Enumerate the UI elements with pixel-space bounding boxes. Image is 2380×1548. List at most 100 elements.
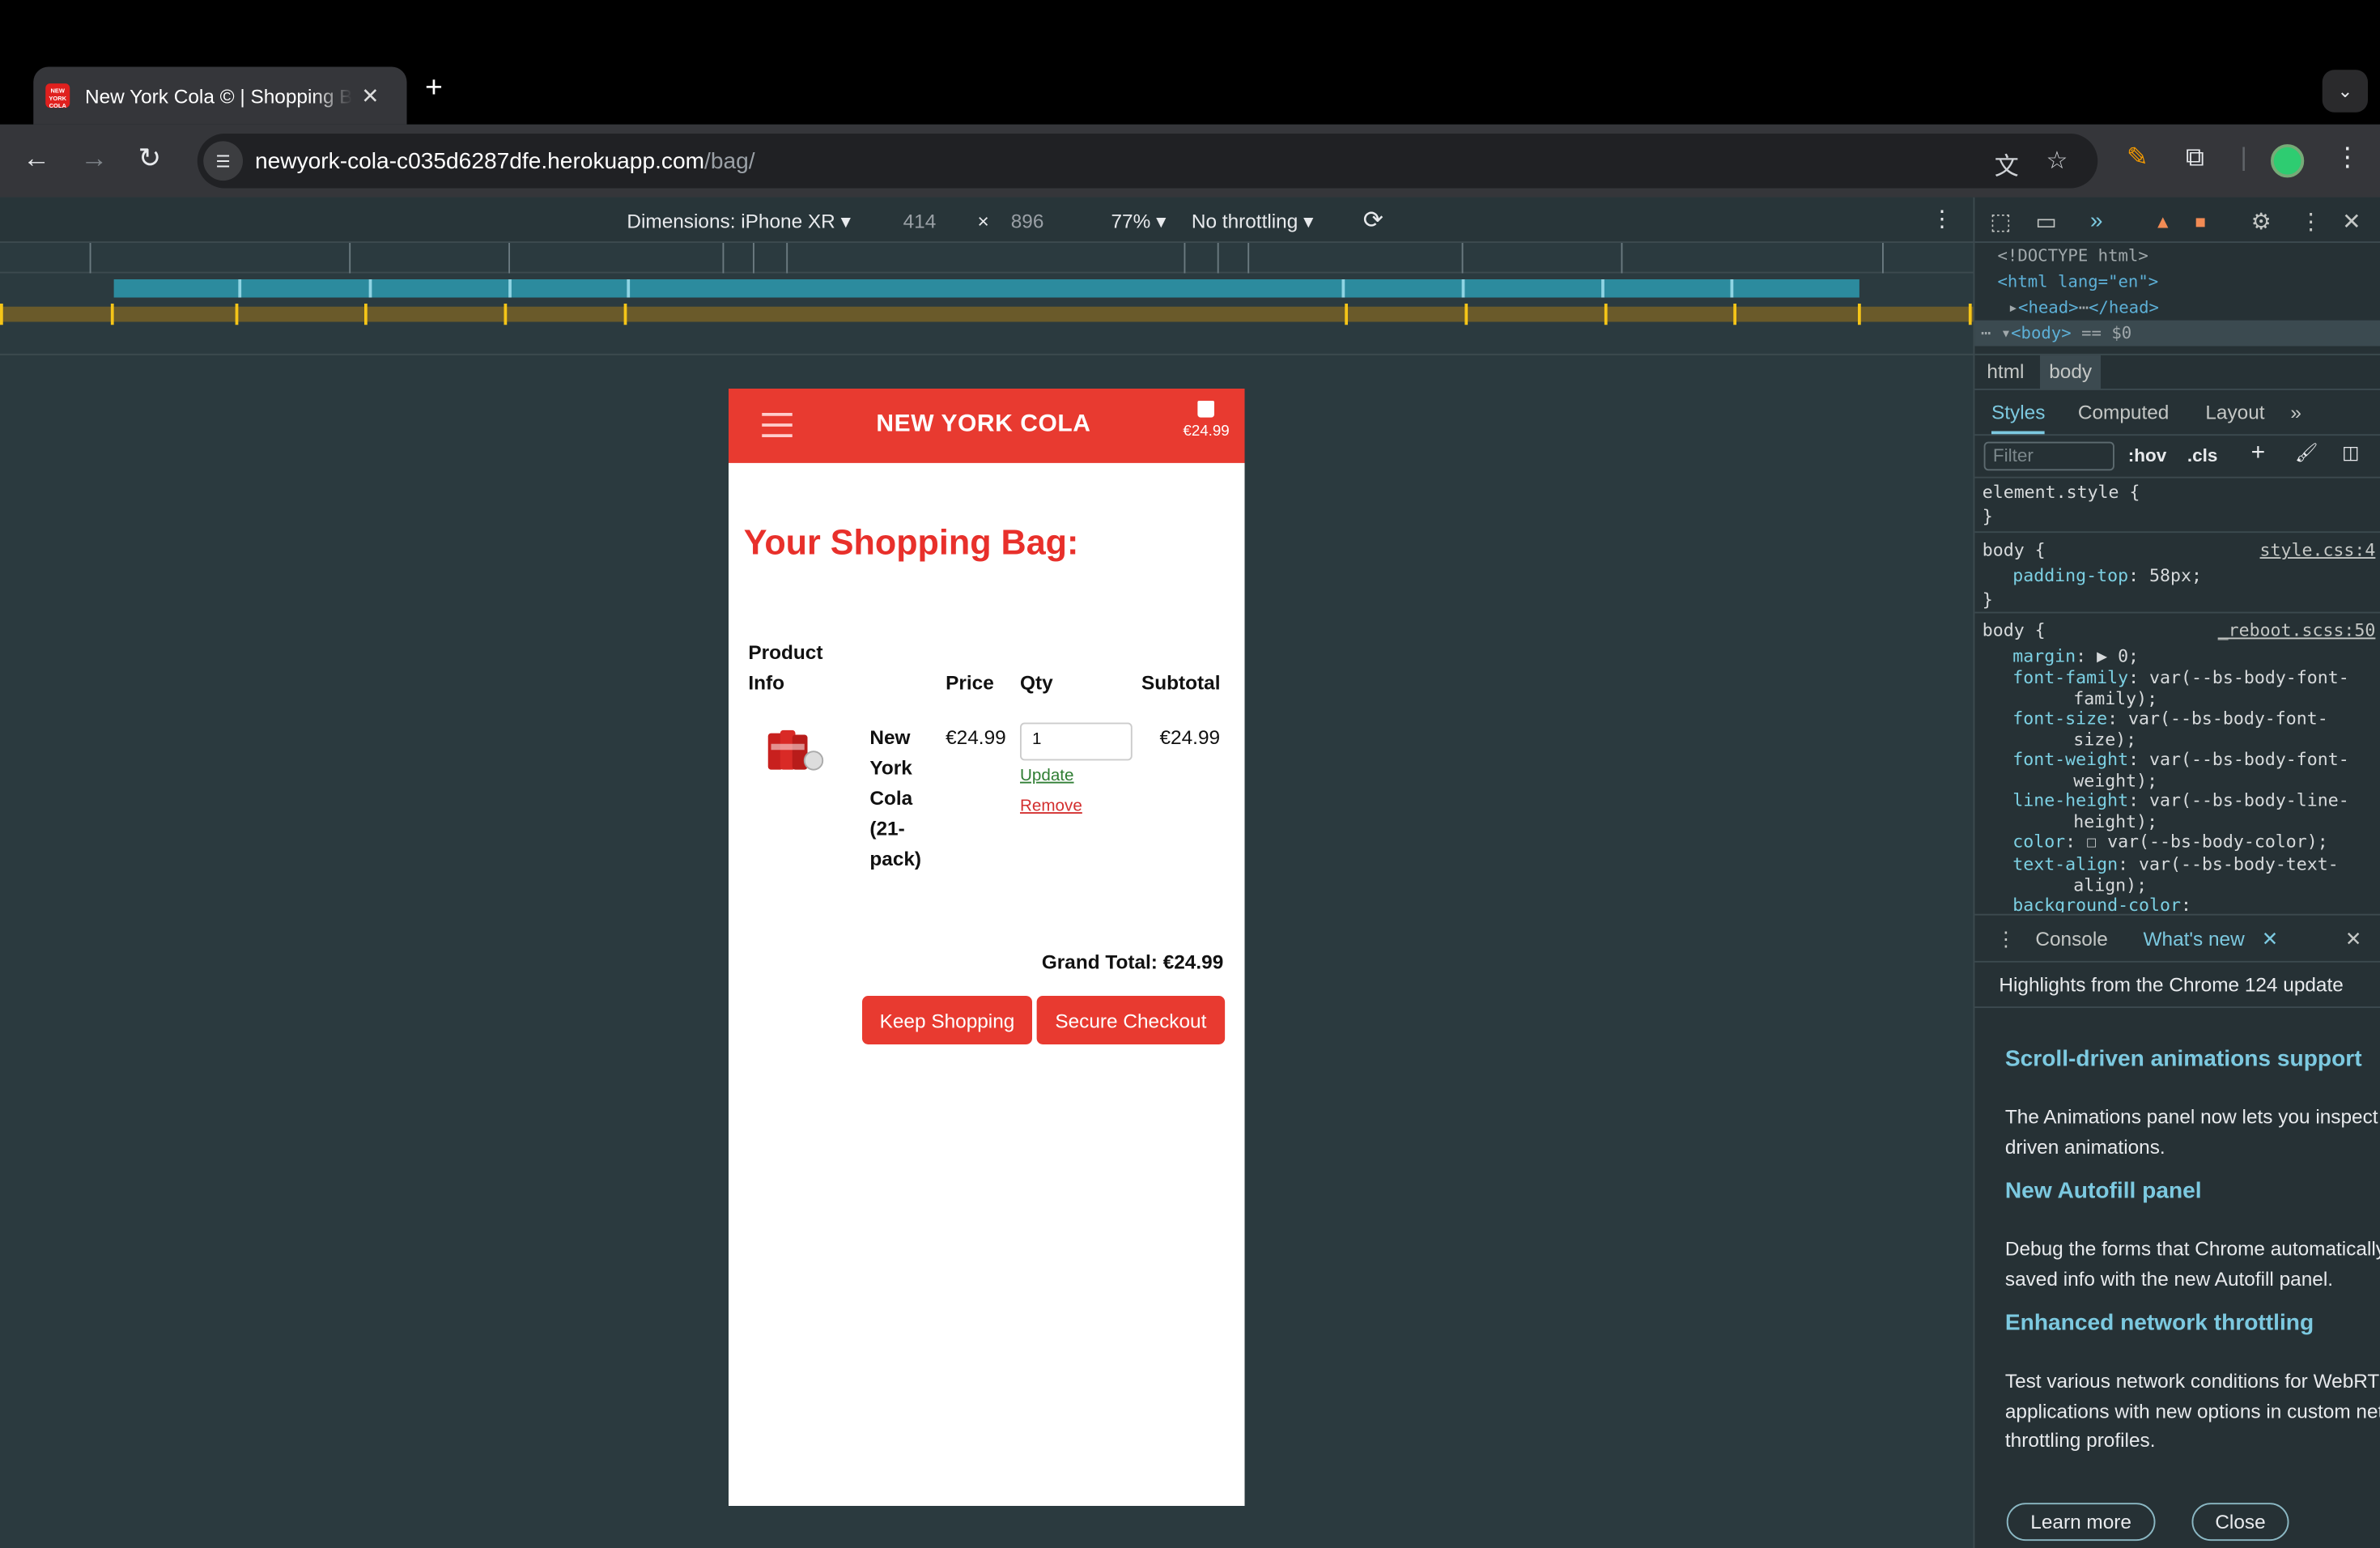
url-text[interactable]: newyork-cola-c035d6287dfe.herokuapp.com/… (255, 148, 755, 174)
tab-console[interactable]: Console (2035, 928, 2107, 950)
whats-new-item-body: Test various network conditions for WebR… (2004, 1369, 2380, 1452)
zoom-select[interactable]: 77% ▾ (1111, 210, 1167, 234)
dom-tree: <!DOCTYPE html> <html lang="en"> ▸<head>… (1974, 243, 2380, 347)
whats-new-item-title[interactable]: Scroll-driven animations support (2005, 1046, 2362, 1072)
rule-source-link[interactable]: style.css:4 (2260, 539, 2376, 560)
decl-continuation: weight); (2073, 769, 2158, 791)
rule-body-selector[interactable]: body { (1983, 539, 2046, 560)
reload-icon[interactable]: ↻ (138, 142, 161, 174)
rotate-icon[interactable]: ⟳ (1363, 205, 1383, 236)
warning-icon[interactable]: ▲ (2154, 211, 2172, 232)
site-info-icon[interactable]: ☰ (203, 141, 243, 181)
update-link[interactable]: Update (1020, 767, 1074, 785)
settings-gear-icon[interactable]: ⚙ (2251, 208, 2272, 236)
throttling-select[interactable]: No throttling ▾ (1192, 210, 1313, 234)
site-brand[interactable]: NEW YORK COLA (729, 411, 1239, 439)
extensions-icon[interactable]: ⧉ (2186, 142, 2204, 173)
tab-strip: NEW YORK COLA New York Cola © | Shopping… (0, 0, 2380, 125)
close-whats-new-tab-icon[interactable]: ✕ (2262, 928, 2278, 952)
device-options-icon[interactable]: ⋮ (1931, 205, 1953, 232)
site-navbar: NEW YORK COLA €24.99 (729, 389, 1245, 463)
translate-icon[interactable]: ⽂ (1995, 146, 2019, 182)
decl-color[interactable]: color: ☐ var(--bs-body-color); (2012, 831, 2327, 852)
tab-layout[interactable]: Layout (2205, 401, 2264, 423)
decl-continuation: size); (2073, 729, 2137, 751)
decl-font-family[interactable]: font-family: var(--bs-body-font- (2012, 666, 2348, 687)
devtools-panel: ⬚ ▭ » ▲ ■ ⚙ ⋮ ✕ <!DOCTYPE html> <html la… (1973, 197, 2380, 1548)
whats-new-item-title[interactable]: Enhanced network throttling (2005, 1310, 2314, 1336)
new-tab-icon[interactable]: + (425, 71, 443, 106)
quantity-input[interactable]: 1 (1020, 722, 1133, 761)
header-product-info: Product Info (748, 640, 823, 694)
paint-brush-icon[interactable]: 🖌 (2295, 442, 2318, 463)
whats-new-item-body: Debug the forms that Chrome automaticall… (2004, 1237, 2380, 1290)
inspect-element-icon[interactable]: ⬚ (1990, 208, 2012, 236)
dom-body[interactable]: ⋯ ▾<body> == $0 (1974, 320, 2380, 347)
browser-toolbar: ← → ↻ ☰ newyork-cola-c035d6287dfe.heroku… (0, 124, 2380, 198)
tab-close-icon[interactable]: ✕ (361, 83, 379, 108)
dom-doctype[interactable]: <!DOCTYPE html> (1974, 243, 2380, 269)
styles-filter-input[interactable]: Filter (1983, 441, 2114, 471)
dimensions-select[interactable]: Dimensions: iPhone XR ▾ (627, 210, 850, 234)
close-devtools-icon[interactable]: ✕ (2342, 208, 2361, 236)
header-price: Price (946, 670, 994, 694)
page-title: Your Shopping Bag: (743, 522, 1079, 562)
decl-padding-top[interactable]: padding-top: 58px; (2012, 565, 2202, 586)
rule-element-style[interactable]: element.style { (1983, 481, 2140, 502)
toggle-sidebar-icon[interactable]: ◫ (2342, 442, 2359, 463)
decl-background-color[interactable]: background-color: (2012, 894, 2191, 912)
profile-avatar[interactable] (2271, 144, 2305, 178)
dom-html[interactable]: <html lang="en"> (1974, 269, 2380, 295)
tab-computed[interactable]: Computed (2078, 401, 2169, 423)
issues-icon[interactable]: ■ (2195, 211, 2206, 232)
width-input[interactable]: 414 (903, 210, 937, 232)
decl-continuation: family); (2073, 687, 2158, 709)
tab-whats-new[interactable]: What's new (2144, 928, 2245, 950)
height-input[interactable]: 896 (1011, 210, 1044, 232)
rule-source-link[interactable]: _reboot.scss:50 (2218, 619, 2376, 640)
rule-body-selector[interactable]: body { (1983, 619, 2046, 640)
keep-shopping-button[interactable]: Keep Shopping (862, 996, 1032, 1044)
decl-line-height[interactable]: line-height: var(--bs-body-line- (2012, 789, 2348, 810)
drawer-menu-icon[interactable]: ⋮ (1996, 928, 2016, 952)
decl-font-size[interactable]: font-size: var(--bs-body-font- (2012, 708, 2327, 729)
decl-continuation: align); (2073, 874, 2148, 896)
tab-title: New York Cola © | Shopping Bag (85, 84, 352, 108)
browser-tab[interactable]: NEW YORK COLA New York Cola © | Shopping… (33, 66, 407, 125)
forward-icon[interactable]: → (80, 142, 108, 174)
back-icon[interactable]: ← (23, 142, 50, 174)
tab-styles[interactable]: Styles (1991, 401, 2046, 435)
tab-search-chevron-icon[interactable]: ⌄ (2322, 70, 2368, 113)
more-panels-icon[interactable]: » (2090, 208, 2103, 234)
bookmark-star-icon[interactable]: ☆ (2046, 146, 2068, 176)
remove-link[interactable]: Remove (1020, 797, 1082, 815)
decl-font-weight[interactable]: font-weight: var(--bs-body-font- (2012, 748, 2348, 769)
close-button[interactable]: Close (2191, 1503, 2289, 1542)
min-width-query-bar[interactable] (0, 306, 1974, 322)
media-query-bars (0, 243, 1974, 355)
devtools-menu-icon[interactable]: ⋮ (2300, 208, 2323, 236)
learn-more-button[interactable]: Learn more (2006, 1503, 2156, 1542)
max-width-query-bar[interactable] (113, 279, 1859, 298)
shopping-bag-link[interactable]: €24.99 (1183, 401, 1230, 440)
crumb-html[interactable]: html (1987, 359, 2024, 382)
product-price: €24.99 (946, 725, 1006, 749)
close-drawer-icon[interactable]: ✕ (2345, 928, 2361, 952)
secure-checkout-button[interactable]: Secure Checkout (1036, 996, 1226, 1044)
new-rule-icon[interactable]: + (2251, 440, 2266, 468)
crumb-body[interactable]: body (2040, 355, 2102, 389)
decl-margin[interactable]: margin: ▶ 0; (2012, 645, 2139, 666)
product-subtotal: €24.99 (1159, 725, 1221, 749)
chrome-menu-icon[interactable]: ⋮ (2335, 142, 2361, 173)
hov-toggle[interactable]: :hov (2128, 444, 2167, 466)
decl-text-align[interactable]: text-align: var(--bs-body-text- (2012, 853, 2338, 874)
dom-head[interactable]: ▸<head>⋯</head> (1974, 295, 2380, 321)
pen-extension-icon[interactable]: ✎ (2127, 142, 2148, 173)
whats-new-item-title[interactable]: New Autofill panel (2005, 1178, 2202, 1204)
bag-total: €24.99 (1183, 423, 1230, 440)
address-bar[interactable]: ☰ newyork-cola-c035d6287dfe.herokuapp.co… (197, 134, 2098, 189)
more-tabs-icon[interactable]: » (2290, 401, 2301, 423)
device-toggle-icon[interactable]: ▭ (2035, 208, 2057, 236)
whats-new-banner[interactable]: Highlights from the Chrome 124 update (1974, 963, 2380, 1008)
cls-toggle[interactable]: .cls (2187, 444, 2218, 466)
